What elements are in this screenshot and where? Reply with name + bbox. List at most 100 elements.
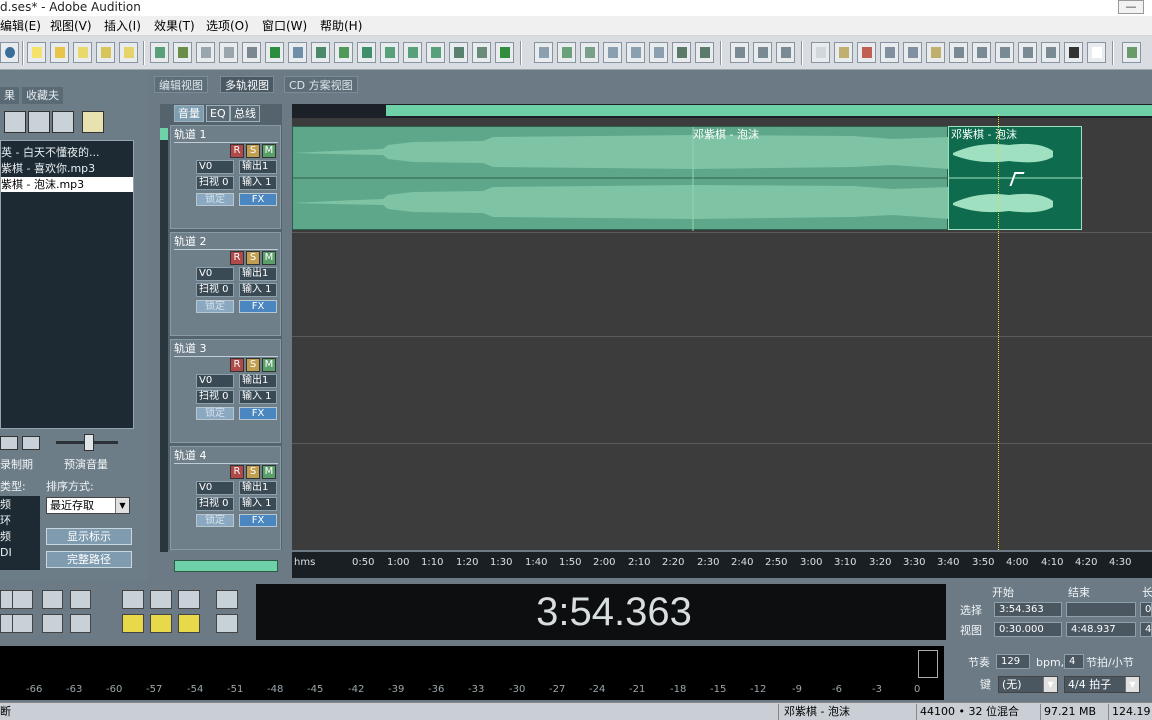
pause-icon[interactable]	[12, 590, 33, 609]
track-name[interactable]: 轨道 3	[174, 343, 207, 355]
mute-button[interactable]: M	[262, 144, 276, 158]
record-icon[interactable]	[70, 614, 91, 633]
view-icon-12[interactable]	[1064, 42, 1083, 63]
selection-end-field[interactable]	[1066, 602, 1136, 617]
shuffle-icon[interactable]	[449, 42, 468, 63]
view-icon-6[interactable]	[926, 42, 945, 63]
fx-icon[interactable]	[603, 42, 622, 63]
time-ruler[interactable]: hms 0:50 1:00 1:10 1:20 1:30 1:40 1:50 2…	[292, 552, 1152, 578]
import-icon[interactable]	[4, 111, 26, 133]
view-icon-8[interactable]	[972, 42, 991, 63]
mix-icon[interactable]	[173, 42, 192, 63]
playhead-cursor[interactable]	[998, 114, 999, 550]
type-item[interactable]: 环	[0, 514, 11, 527]
play-preview-button[interactable]	[0, 436, 18, 450]
zoom-to-right-icon[interactable]	[150, 614, 172, 633]
loop-preview-button[interactable]	[22, 436, 40, 450]
show-icons-button[interactable]: 显示标示	[46, 528, 132, 545]
type-item[interactable]: DI	[0, 546, 12, 559]
rs-icon[interactable]	[557, 42, 576, 63]
undo-icon[interactable]	[150, 42, 169, 63]
input-field[interactable]: 输入 1	[239, 390, 277, 404]
track-scroll-thumb[interactable]	[160, 128, 168, 140]
view-icon-5[interactable]	[903, 42, 922, 63]
record-button[interactable]: R	[230, 358, 244, 372]
bpm-field[interactable]: 129	[996, 654, 1030, 669]
close-file-icon[interactable]	[119, 42, 138, 63]
go-to-end-icon[interactable]	[42, 614, 63, 633]
fast-forward-icon[interactable]	[12, 614, 33, 633]
tab-bus[interactable]: 总线	[230, 105, 260, 122]
lock-button[interactable]: 锁定	[196, 193, 234, 206]
solo-button[interactable]: S	[246, 144, 260, 158]
wet-icon[interactable]	[580, 42, 599, 63]
move-tool-icon[interactable]	[730, 42, 749, 63]
pan-field[interactable]: 扫视 0	[196, 283, 234, 297]
tab-favorites[interactable]: 收藏夫	[22, 87, 63, 104]
pan-field[interactable]: 扫视 0	[196, 176, 234, 190]
view-icon-1[interactable]	[811, 42, 830, 63]
save-icon[interactable]	[73, 42, 92, 63]
type-item[interactable]: 频	[0, 498, 11, 511]
cut-icon[interactable]	[242, 42, 261, 63]
volume-field[interactable]: V0	[196, 481, 234, 495]
group-icon[interactable]	[672, 42, 691, 63]
menu-help[interactable]: 帮助(H)	[320, 18, 362, 34]
record-button[interactable]: R	[230, 251, 244, 265]
audio-clip[interactable]: 邓紫棋 - 泡沫	[292, 126, 949, 231]
preview-volume-slider[interactable]	[84, 434, 94, 451]
beats-field[interactable]: 4	[1064, 654, 1084, 669]
input-field[interactable]: 输入 1	[239, 283, 277, 297]
minimize-button[interactable]: —	[1118, 0, 1144, 14]
volume-field[interactable]: V0	[196, 160, 234, 174]
solo-button[interactable]: S	[246, 251, 260, 265]
mute-button[interactable]: M	[262, 358, 276, 372]
input-field[interactable]: 输入 1	[239, 497, 277, 511]
view-length-field[interactable]: 4	[1140, 622, 1152, 637]
tab-volume[interactable]: 音量	[174, 105, 204, 122]
zoom-selection-icon[interactable]	[178, 614, 200, 633]
view-icon-11[interactable]	[1041, 42, 1060, 63]
multitrack-timeline[interactable]: 邓紫棋 - 泡沫 邓紫棋 - 泡沫	[292, 104, 1152, 550]
zoom-out-horizontal-icon[interactable]	[150, 590, 172, 609]
view-icon-9[interactable]	[995, 42, 1014, 63]
time-select-icon[interactable]	[753, 42, 772, 63]
lock-icon[interactable]	[695, 42, 714, 63]
lock-button[interactable]: 锁定	[196, 407, 234, 420]
tab-multitrack-view[interactable]: 多轨视图	[220, 76, 274, 93]
save-as-icon[interactable]	[96, 42, 115, 63]
insert-icon[interactable]	[52, 111, 74, 133]
zoom-in-vertical-icon[interactable]	[216, 590, 238, 609]
menu-edit[interactable]: 编辑(E)	[0, 18, 41, 34]
list-item-selected[interactable]: 紫棋 - 泡沫.mp3	[1, 177, 133, 192]
pan-field[interactable]: 扫视 0	[196, 390, 234, 404]
lock-button[interactable]: 锁定	[196, 300, 234, 313]
play-green-icon[interactable]	[265, 42, 284, 63]
track-name[interactable]: 轨道 4	[174, 450, 207, 462]
overview-range[interactable]	[386, 105, 1152, 116]
view-icon-2[interactable]	[834, 42, 853, 63]
tab-eq[interactable]: EQ	[206, 105, 230, 122]
volume-field[interactable]: V0	[196, 374, 234, 388]
type-item[interactable]: 频	[0, 530, 11, 543]
spectral-icon[interactable]	[472, 42, 491, 63]
output-field[interactable]: 输出1	[239, 374, 277, 388]
menu-insert[interactable]: 插入(I)	[104, 18, 141, 34]
split-icon[interactable]	[380, 42, 399, 63]
tracks-icon[interactable]	[357, 42, 376, 63]
fx-button[interactable]: FX	[239, 300, 277, 313]
selection-length-field[interactable]: 0	[1140, 602, 1152, 617]
mute-button[interactable]: M	[262, 465, 276, 479]
view-icon-4[interactable]	[880, 42, 899, 63]
zoom-to-left-icon[interactable]	[122, 614, 144, 633]
lock-button[interactable]: 锁定	[196, 514, 234, 527]
pan-field[interactable]: 扫视 0	[196, 497, 234, 511]
open-file-icon[interactable]	[50, 42, 69, 63]
record-button[interactable]: R	[230, 465, 244, 479]
list-item[interactable]: 紫棋 - 喜欢你.mp3	[1, 161, 133, 176]
zoom-out-vertical-icon[interactable]	[216, 614, 238, 633]
track-scrollbar[interactable]	[160, 128, 168, 552]
clip-indicator[interactable]	[918, 650, 938, 678]
list-item[interactable]: 英 - 白天不懂夜的...	[1, 145, 133, 160]
loop-icon[interactable]	[311, 42, 330, 63]
